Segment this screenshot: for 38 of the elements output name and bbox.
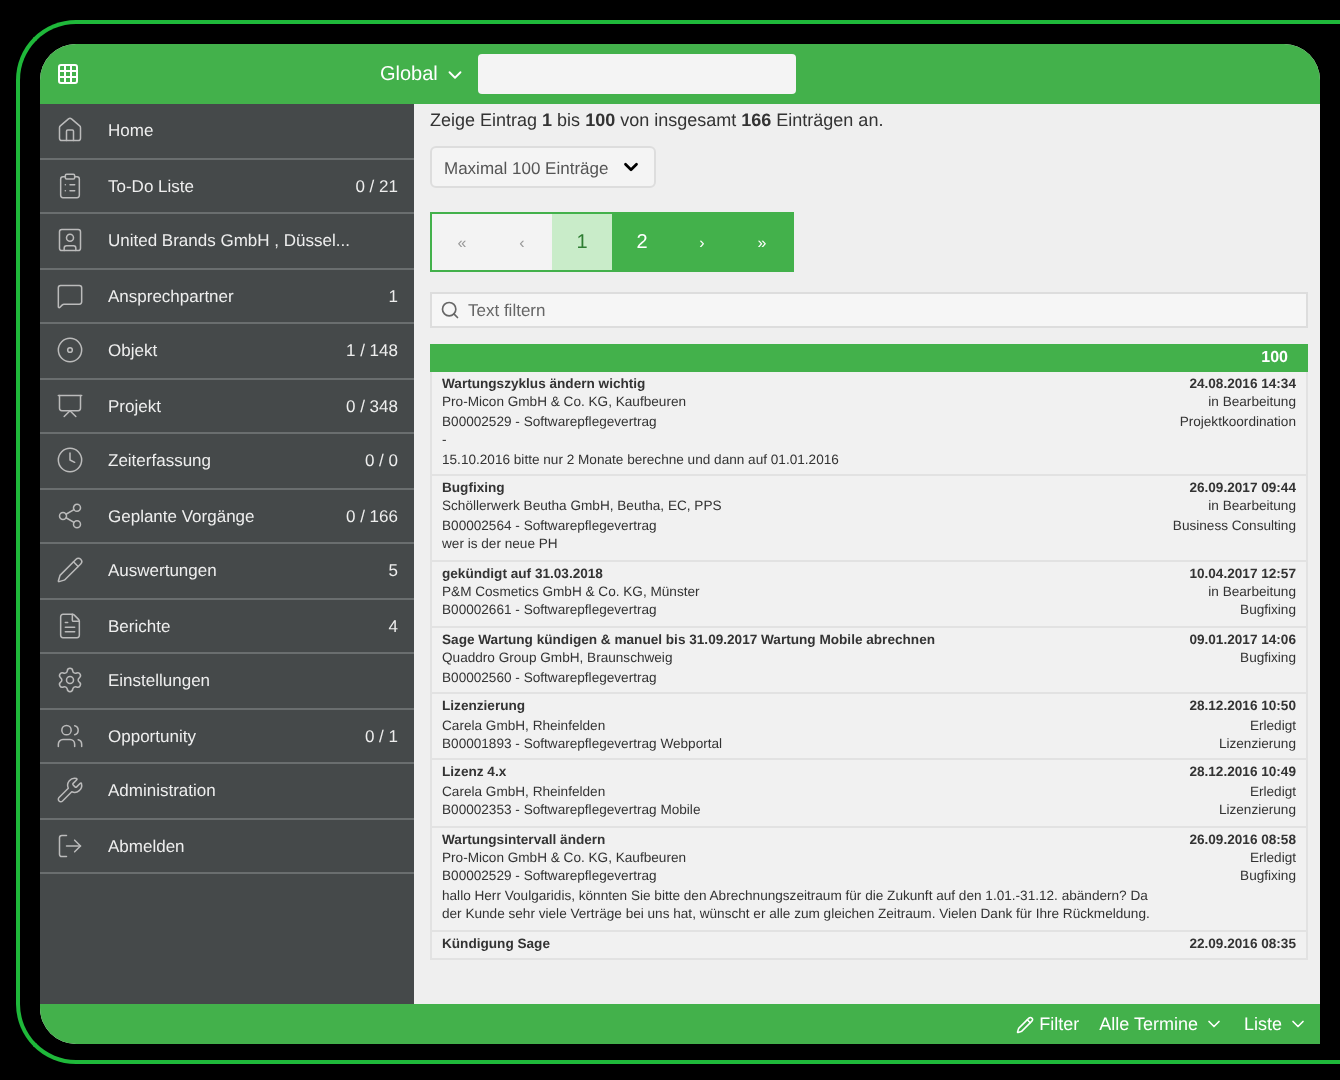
sidebar-item[interactable]: Abmelden (40, 819, 414, 874)
entry-count: 100 (1261, 348, 1288, 366)
appointment-entry[interactable] (430, 372, 1308, 477)
sidebar-item[interactable]: Opportunity 0 / 1 (40, 709, 414, 764)
page-size-dropdown[interactable]: Maximal 100 Einträge (430, 146, 657, 188)
sidebar-item[interactable]: Home (40, 104, 414, 159)
sidebar-item[interactable]: Administration (40, 764, 414, 819)
pencil-icon (56, 556, 84, 585)
sidebar-item[interactable]: Zeiterfassung 0 / 0 (40, 434, 414, 489)
logout-icon (56, 831, 84, 860)
sidebar-item[interactable]: Ansprechpartner 1 (40, 269, 414, 324)
sidebar-item[interactable]: To-Do Liste 0 / 21 (40, 159, 414, 214)
sidebar-item[interactable]: Projekt 0 / 348 (40, 379, 414, 434)
sidebar-item[interactable]: Berichte 4 (40, 599, 414, 654)
filter-field[interactable]: Text filtern (430, 292, 1308, 328)
chat-icon (56, 281, 84, 310)
disc-icon (56, 336, 84, 365)
entries-summary: Zeige Eintrag 1 bis 100 von insgesamt 166 Einträgen an. (430, 110, 886, 130)
sidebar-item[interactable]: Einstellungen (40, 654, 414, 709)
page-button[interactable]: 1 (552, 214, 612, 270)
wrench-icon (56, 776, 84, 805)
clipboard-icon (56, 171, 84, 200)
clock-icon (56, 446, 84, 475)
share-icon (56, 501, 84, 530)
sidebar-item[interactable]: Objekt 1 / 148 (40, 324, 414, 379)
sidebar-item[interactable]: Auswertungen 5 (40, 544, 414, 599)
apps-grid-icon[interactable] (56, 62, 80, 86)
document-icon (56, 611, 84, 640)
settings-icon (56, 666, 84, 695)
contact-card-icon (56, 226, 84, 255)
sidebar-item[interactable]: United Brands GmbH , Düssel... (40, 214, 414, 269)
presentation-icon (56, 391, 84, 420)
sidebar-item[interactable]: Geplante Vorgänge 0 / 166 (40, 489, 414, 544)
search-field[interactable] (477, 54, 796, 94)
pencil-icon (1015, 1015, 1034, 1033)
search-icon (440, 300, 460, 320)
home-icon (56, 116, 84, 145)
people-icon (56, 721, 84, 750)
